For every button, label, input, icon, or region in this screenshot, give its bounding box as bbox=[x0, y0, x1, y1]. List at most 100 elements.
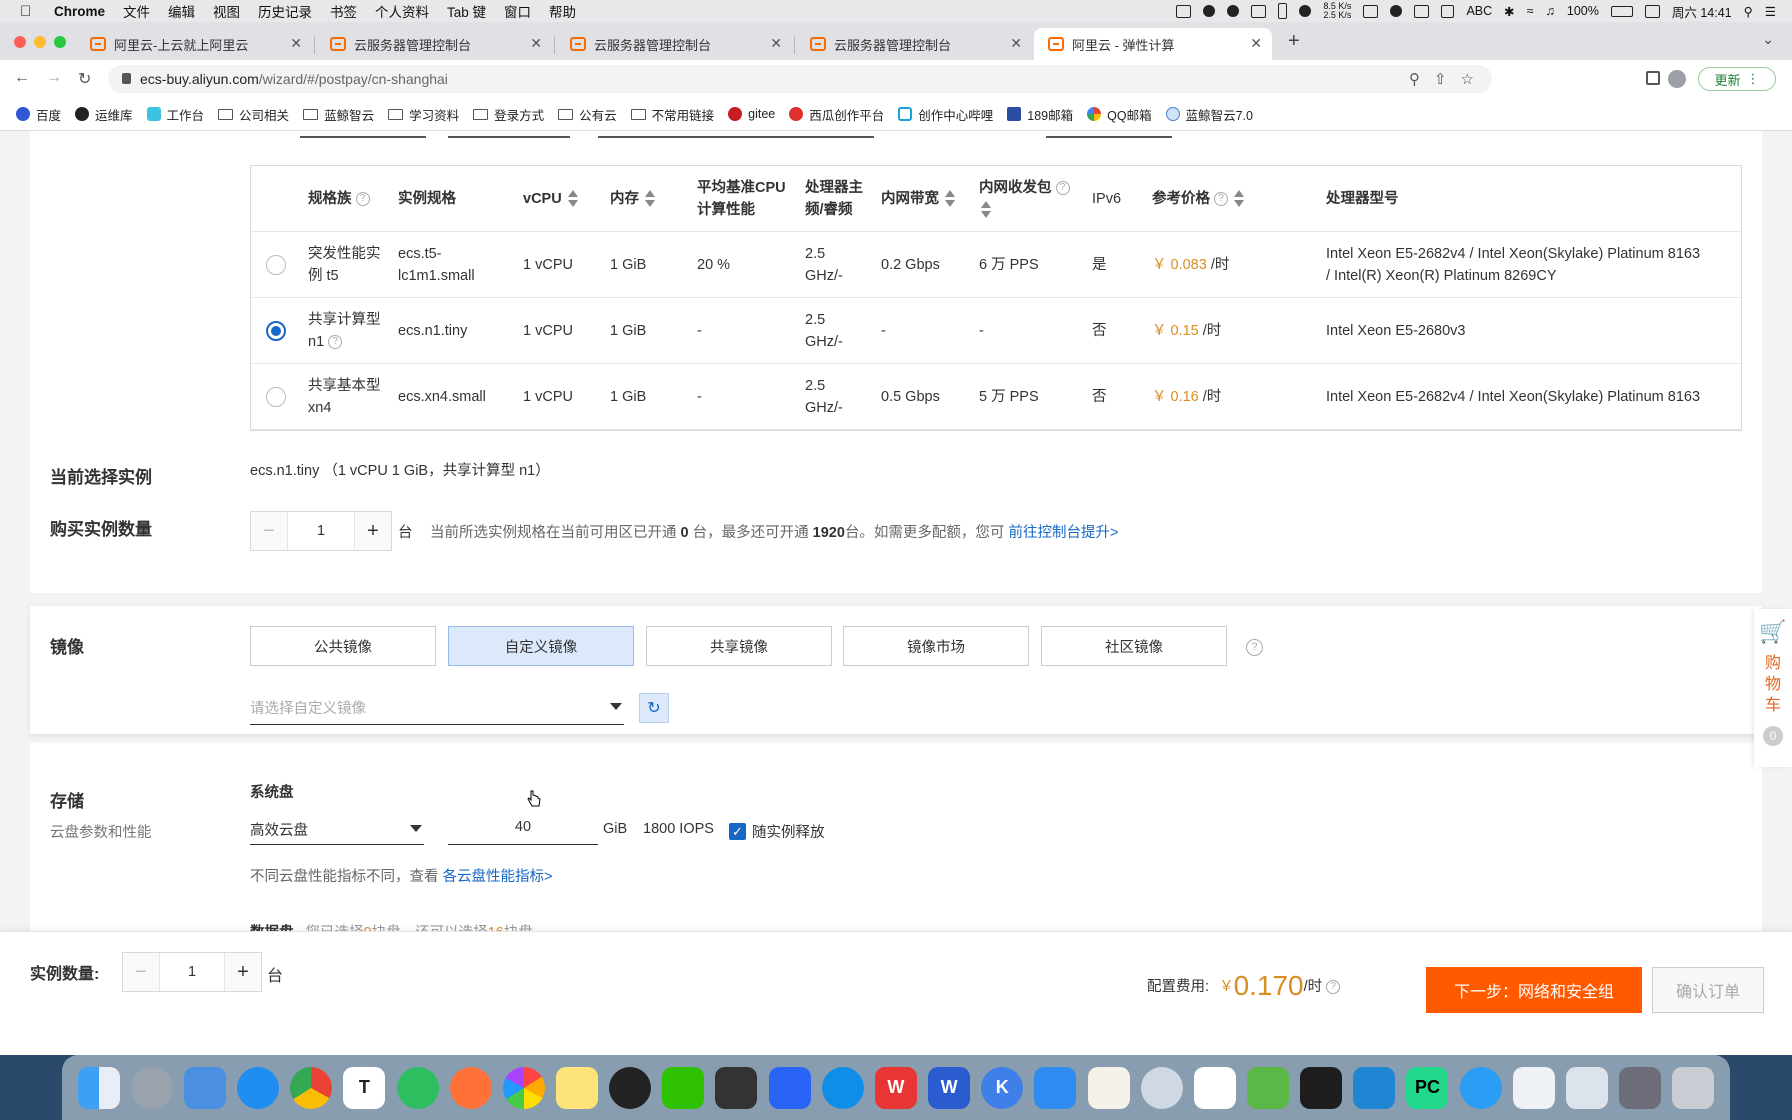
quota-increase-link[interactable]: 前往控制台提升> bbox=[1008, 525, 1118, 541]
chrome-icon[interactable] bbox=[290, 1066, 333, 1109]
shopping-cart-widget[interactable]: 🛒 购物车 0 bbox=[1754, 609, 1792, 767]
siri-icon[interactable]: ☰ bbox=[1765, 4, 1776, 19]
select-cell[interactable] bbox=[250, 363, 308, 430]
table-row[interactable]: 共享计算型 n1? ecs.n1.tiny 1 vCPU 1 GiB - 2.5 G… bbox=[250, 297, 1742, 364]
grid-icon[interactable] bbox=[1251, 4, 1267, 18]
tab-custom-image[interactable]: 自定义镜像 bbox=[448, 626, 634, 666]
bookmark-bilibili[interactable]: 创作中心哔哩 bbox=[898, 105, 993, 124]
close-tab-icon[interactable]: ✕ bbox=[290, 35, 302, 52]
tab-elastic-compute[interactable]: 阿里云 - 弹性计算 ✕ bbox=[1034, 28, 1272, 60]
share-icon[interactable]: ⇧ bbox=[1434, 70, 1447, 88]
footer-count-stepper[interactable]: − 1 + bbox=[122, 952, 262, 992]
bookmark-qqmail[interactable]: QQ邮箱 bbox=[1087, 105, 1152, 124]
disk-perf-link[interactable]: 各云盘性能指标> bbox=[443, 869, 553, 885]
help-icon[interactable]: ? bbox=[328, 334, 343, 349]
infuse-icon[interactable] bbox=[1247, 1066, 1290, 1109]
sort-icon[interactable] bbox=[645, 189, 655, 208]
select-cell[interactable] bbox=[250, 231, 308, 298]
font-icon[interactable] bbox=[1441, 4, 1455, 18]
display-icon[interactable] bbox=[1414, 4, 1430, 18]
purchase-count-input[interactable]: 1 bbox=[287, 512, 355, 550]
help-icon[interactable]: ? bbox=[1214, 191, 1228, 206]
battery-app-icon[interactable] bbox=[1278, 3, 1288, 19]
confirm-order-button[interactable]: 确认订单 bbox=[1652, 967, 1764, 1013]
disk-size-input[interactable]: 40 bbox=[448, 811, 598, 845]
bookmark-gitee[interactable]: gitee bbox=[728, 107, 775, 121]
document-icon[interactable] bbox=[1512, 1066, 1555, 1109]
bookmark-folder-cloud[interactable]: 公有云 bbox=[558, 105, 617, 124]
wifi-icon[interactable]: ≈ bbox=[1527, 4, 1534, 18]
bookmark-workbench[interactable]: 工作台 bbox=[146, 105, 204, 124]
menu-tab[interactable]: Tab 键 bbox=[447, 1, 486, 21]
wechat-tray-icon[interactable] bbox=[1390, 5, 1403, 17]
footer-count-input[interactable]: 1 bbox=[159, 953, 225, 991]
close-tab-icon[interactable]: ✕ bbox=[1250, 35, 1262, 52]
menu-file[interactable]: 文件 bbox=[123, 1, 150, 21]
clock[interactable]: 周六 14:41 bbox=[1672, 2, 1732, 21]
help-icon[interactable]: ? bbox=[1246, 639, 1263, 656]
lark-icon[interactable] bbox=[768, 1066, 811, 1109]
radio-button[interactable] bbox=[266, 386, 286, 407]
menu-help[interactable]: 帮助 bbox=[549, 1, 576, 21]
radio-button[interactable] bbox=[266, 254, 286, 275]
firefox-icon[interactable] bbox=[449, 1066, 492, 1109]
apple-icon[interactable]:  bbox=[20, 3, 36, 20]
notes-icon[interactable] bbox=[555, 1066, 598, 1109]
chevron-down-icon[interactable]: ⌄ bbox=[1762, 31, 1774, 48]
sort-icon[interactable] bbox=[981, 200, 991, 219]
maximize-window-button[interactable] bbox=[54, 36, 66, 48]
bookmark-folder-login[interactable]: 登录方式 bbox=[473, 105, 544, 124]
help-icon[interactable]: ? bbox=[355, 191, 370, 206]
spotlight-icon[interactable]: ⚲ bbox=[1744, 4, 1753, 19]
close-tab-icon[interactable]: ✕ bbox=[770, 35, 782, 52]
bookmark-bk7[interactable]: 蓝鲸智云7.0 bbox=[1165, 105, 1253, 124]
help-icon[interactable]: ? bbox=[1326, 980, 1341, 995]
bookmark-folder-study[interactable]: 学习资料 bbox=[388, 105, 459, 124]
pycharm-icon[interactable]: PC bbox=[1406, 1066, 1449, 1109]
tab-aliyun-home[interactable]: 阿里云-上云就上阿里云 ✕ bbox=[76, 28, 312, 60]
table-row[interactable]: 共享基本型 xn4 ecs.xn4.small 1 vCPU 1 GiB - 2.… bbox=[250, 363, 1742, 430]
headphones-icon[interactable] bbox=[1227, 5, 1240, 17]
preview-icon[interactable] bbox=[1565, 1066, 1608, 1109]
tab-shared-image[interactable]: 共享镜像 bbox=[646, 626, 832, 666]
bookmark-189mail[interactable]: 189邮箱 bbox=[1007, 105, 1073, 124]
reload-button[interactable]: ↻ bbox=[78, 69, 91, 89]
menu-app[interactable]: Chrome bbox=[54, 4, 105, 19]
radio-button-selected[interactable] bbox=[266, 320, 286, 341]
bookmark-xigua[interactable]: 西瓜创作平台 bbox=[789, 105, 884, 124]
tab-image-market[interactable]: 镜像市场 bbox=[843, 626, 1029, 666]
textedit-icon[interactable] bbox=[1087, 1066, 1130, 1109]
select-cell[interactable] bbox=[250, 297, 308, 364]
menu-edit[interactable]: 编辑 bbox=[168, 1, 195, 21]
back-button[interactable]: ← bbox=[14, 69, 30, 87]
decrement-button[interactable]: − bbox=[251, 512, 287, 550]
col-memory[interactable]: 内存 bbox=[610, 165, 697, 232]
tab-community-image[interactable]: 社区镜像 bbox=[1041, 626, 1227, 666]
tab-public-image[interactable]: 公共镜像 bbox=[250, 626, 436, 666]
wps-icon[interactable]: W bbox=[874, 1066, 917, 1109]
close-tab-icon[interactable]: ✕ bbox=[530, 35, 542, 52]
side-panel-icon[interactable] bbox=[1646, 71, 1660, 85]
tab-ecs-console-2[interactable]: 云服务器管理控制台 ✕ bbox=[556, 28, 792, 60]
table-row[interactable]: 突发性能实例 t5 ecs.t5- lc1m1.small 1 vCPU 1 Gi… bbox=[250, 231, 1742, 298]
disk-type-select[interactable]: 高效云盘 bbox=[250, 811, 424, 845]
bookmark-baidu[interactable]: 百度 bbox=[16, 105, 61, 124]
col-price[interactable]: 参考价格? bbox=[1152, 165, 1326, 232]
terminal-zen-icon[interactable] bbox=[715, 1066, 758, 1109]
quicktime-icon[interactable] bbox=[1459, 1066, 1502, 1109]
tab-ecs-console-3[interactable]: 云服务器管理控制台 ✕ bbox=[796, 28, 1032, 60]
volume-icon[interactable]: ♫ bbox=[1546, 4, 1555, 18]
wechat-icon[interactable] bbox=[662, 1066, 705, 1109]
release-with-instance-label[interactable]: 随实例释放 bbox=[752, 821, 825, 842]
safari-icon[interactable] bbox=[237, 1066, 280, 1109]
menu-view[interactable]: 视图 bbox=[213, 1, 240, 21]
klack-icon[interactable]: K bbox=[981, 1066, 1024, 1109]
update-button[interactable]: 更新 ⋮ bbox=[1698, 67, 1776, 91]
star-icon[interactable]: ☆ bbox=[1461, 70, 1474, 88]
release-with-instance-checkbox[interactable]: ✓ bbox=[729, 823, 746, 840]
dingtalk-icon[interactable] bbox=[1034, 1066, 1077, 1109]
screenshot-app-icon[interactable] bbox=[1619, 1066, 1662, 1109]
increment-button[interactable]: + bbox=[225, 953, 261, 991]
lock-icon[interactable] bbox=[122, 73, 131, 84]
mail-app-icon[interactable] bbox=[183, 1066, 226, 1109]
